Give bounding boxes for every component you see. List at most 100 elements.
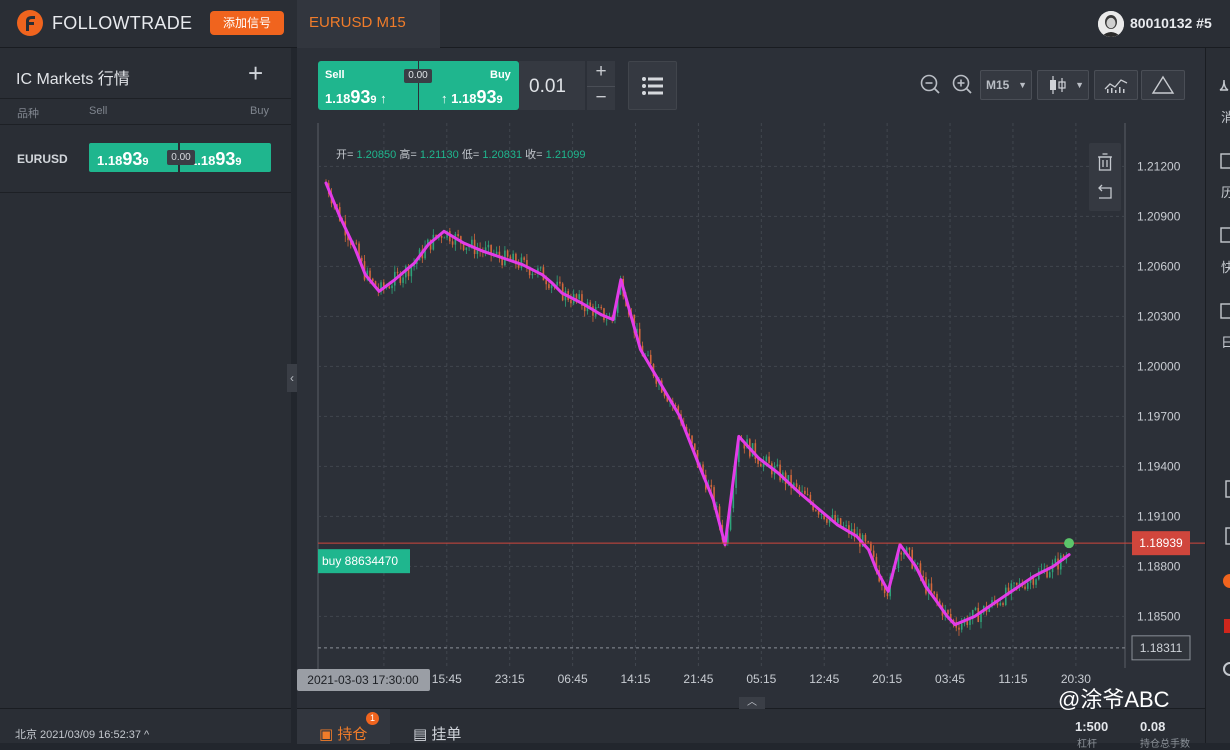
ohlc-readout: 开= 1.20850 高= 1.21130 低= 1.20831 收= 1.21…	[336, 146, 585, 162]
lot-increase-button[interactable]: +	[587, 61, 615, 85]
candle-body	[523, 257, 525, 260]
spread-badge: 0.00	[167, 150, 195, 165]
candle-body	[804, 490, 806, 495]
panel-icon[interactable]	[1225, 527, 1230, 545]
avatar[interactable]	[1098, 11, 1124, 37]
add-symbol-button[interactable]: +	[248, 60, 263, 86]
zoom-out-icon	[920, 74, 940, 94]
candle-body	[512, 253, 514, 261]
tab-eurusd-m15[interactable]: EURUSD M15	[297, 0, 440, 48]
flag-icon[interactable]	[1224, 619, 1230, 633]
candle-body	[578, 294, 580, 299]
close-value: 1.21099	[545, 149, 586, 161]
candle-body	[605, 319, 608, 321]
candle-body	[647, 354, 649, 356]
bell-icon[interactable]	[1219, 79, 1229, 91]
col-buy-header: Buy	[250, 105, 269, 117]
candle-body	[649, 354, 652, 364]
positions-count-badge: 1	[366, 712, 379, 725]
y-tick-label: 1.20300	[1137, 309, 1181, 323]
y-tick-label: 1.19700	[1137, 409, 1181, 423]
drawing-tools-button[interactable]	[1141, 70, 1185, 100]
candle-body	[820, 514, 823, 515]
candle-body	[908, 547, 911, 550]
candle-body	[487, 244, 490, 248]
trade-spread-badge: 0.00	[404, 69, 432, 83]
y-tick-label: 1.20900	[1137, 209, 1181, 223]
right-toolbar	[1205, 48, 1230, 743]
account-number: 80010132 #5	[1130, 15, 1212, 31]
close-label: 收=	[525, 149, 543, 161]
candle-body	[960, 623, 963, 630]
candle-body	[402, 277, 404, 283]
order-list-button[interactable]	[628, 61, 677, 110]
candle-body	[451, 241, 454, 245]
candle-body	[355, 242, 358, 244]
candle-body	[886, 593, 889, 597]
lot-decrease-button[interactable]: −	[587, 86, 615, 110]
tab-orders[interactable]: ▤ 挂单	[391, 709, 491, 744]
calendar-icon[interactable]	[1220, 303, 1230, 319]
clock[interactable]: 北京 2021/03/09 16:52:37 ^	[15, 726, 149, 742]
zoom-out-button[interactable]	[917, 70, 943, 100]
high-label: 高=	[399, 149, 417, 161]
crosshair-time-label: 2021-03-03 17:30:00	[307, 673, 419, 687]
candle-body	[600, 306, 603, 309]
sell-price-prefix: 1.18	[97, 153, 123, 168]
quick-icon[interactable]	[1220, 227, 1230, 243]
sell-button[interactable]: Sell 1.18939 ↑	[318, 61, 418, 110]
candle-body	[776, 464, 779, 466]
symbol-eurusd[interactable]: EURUSD	[17, 152, 68, 166]
expand-panel-button[interactable]: ︿	[739, 697, 765, 709]
y-tick-label: 1.18500	[1137, 609, 1181, 623]
history-icon[interactable]	[1220, 153, 1230, 169]
candle-body	[900, 552, 902, 555]
candle-body	[947, 610, 949, 614]
indicators-button[interactable]	[1094, 70, 1138, 100]
orders-icon: ▤	[413, 726, 428, 743]
timeframe-select[interactable]: M15 ▼	[980, 70, 1032, 100]
buy-button[interactable]: Buy ↑ 1.18939	[419, 61, 519, 110]
triangle-icon	[1151, 75, 1175, 94]
right-label-daily[interactable]: 日	[1221, 332, 1230, 351]
candle-body	[1024, 586, 1026, 589]
candle-body	[831, 514, 834, 519]
right-label-quick[interactable]: 快	[1221, 257, 1230, 276]
settings-icon[interactable]	[1223, 662, 1230, 676]
leverage-value: 1:500	[1075, 719, 1109, 734]
candle-body	[556, 281, 558, 286]
top-bar: FOLLOWTRADE 添加信号 EURUSD M15 80010132 #5	[0, 0, 1230, 48]
candle-body	[457, 234, 459, 237]
candle-body	[531, 273, 534, 276]
buy-price-pips: 93	[215, 149, 236, 169]
x-tick-label: 21:45	[683, 672, 713, 686]
x-tick-label: 06:45	[558, 672, 588, 686]
panel-icon[interactable]	[1225, 480, 1230, 498]
sell-quote-button[interactable]: 1.18939	[89, 143, 178, 172]
lot-size-input[interactable]: 0.01	[519, 61, 585, 110]
candle-body	[864, 534, 867, 542]
chart-type-select[interactable]: ▼	[1037, 70, 1089, 100]
y-tick-label: 1.20000	[1137, 359, 1181, 373]
undo-icon[interactable]	[1098, 184, 1112, 199]
buy-price-point: 9	[496, 94, 503, 106]
candle-body	[845, 525, 847, 527]
trash-icon[interactable]	[1098, 153, 1112, 171]
sell-price-point: 9	[142, 156, 149, 168]
candle-body	[1054, 558, 1057, 563]
divider	[0, 124, 291, 125]
y-tick-label: 1.20600	[1137, 259, 1181, 273]
right-label-messages[interactable]: 消	[1221, 107, 1230, 126]
right-label-history[interactable]: 历	[1221, 182, 1230, 201]
x-tick-label: 11:15	[998, 672, 1027, 686]
up-arrow-icon: ↑	[380, 91, 387, 106]
candle-body	[495, 251, 498, 255]
candle-body	[1015, 582, 1018, 585]
candle-body	[539, 267, 542, 269]
collapse-sidebar-button[interactable]: ‹	[287, 364, 297, 392]
zoom-in-button[interactable]	[949, 70, 975, 100]
col-sell-header: Sell	[89, 105, 108, 117]
add-signal-button[interactable]: 添加信号	[210, 11, 284, 35]
price-chart[interactable]: 1.21200 1.20900 1.20600 1.20300 1.20000 1.197…	[297, 123, 1205, 708]
indicator-icon	[1104, 79, 1128, 94]
